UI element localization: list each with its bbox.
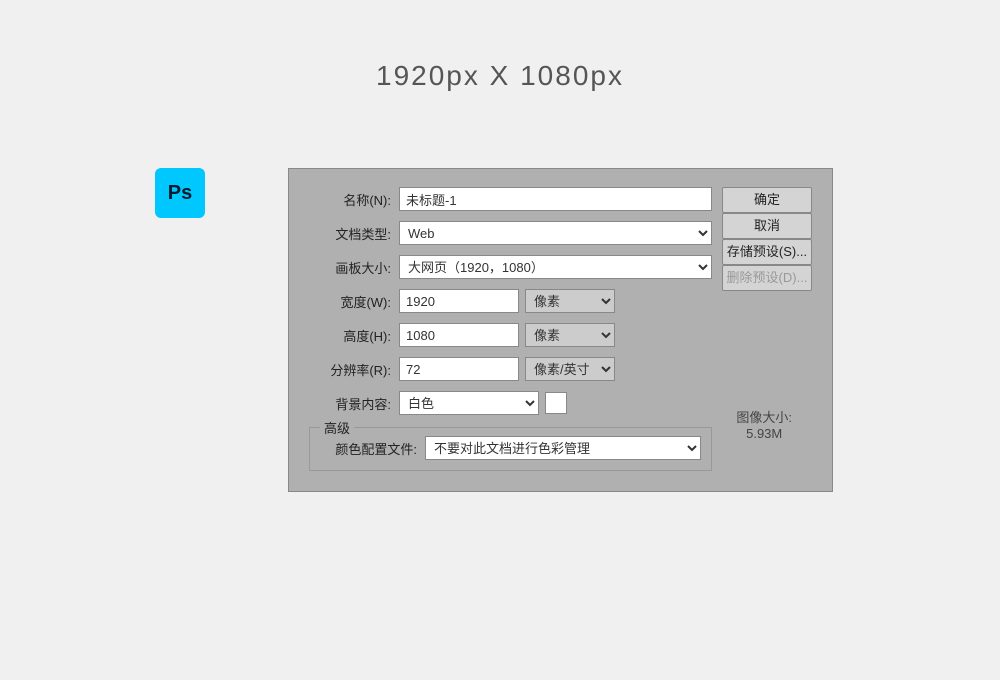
- dialog-form: 名称(N): 文档类型: Web 画板大小: 大网页（1920，1080） 宽度…: [309, 187, 712, 471]
- resolution-label: 分辨率(R):: [309, 360, 399, 379]
- cancel-button[interactable]: 取消: [722, 213, 812, 239]
- save-preset-button[interactable]: 存储预设(S)...: [722, 239, 812, 265]
- doc-type-select[interactable]: Web: [399, 221, 712, 245]
- bg-label: 背景内容:: [309, 394, 399, 413]
- color-profile-label: 颜色配置文件:: [320, 439, 425, 458]
- resolution-row: 分辨率(R): 像素/英寸: [309, 357, 712, 381]
- ps-icon: Ps: [155, 168, 205, 218]
- advanced-legend: 高级: [320, 418, 354, 437]
- dialog-layout: 名称(N): 文档类型: Web 画板大小: 大网页（1920，1080） 宽度…: [309, 187, 812, 471]
- name-input[interactable]: [399, 187, 712, 211]
- bg-select[interactable]: 白色: [399, 391, 539, 415]
- color-profile-select[interactable]: 不要对此文档进行色彩管理: [425, 436, 701, 460]
- dialog-buttons: 确定 取消 存储预设(S)... 删除预设(D)... 图像大小: 5.93M: [712, 187, 812, 471]
- width-label: 宽度(W):: [309, 292, 399, 311]
- image-size-label: 图像大小:: [736, 407, 792, 426]
- canvas-row: 画板大小: 大网页（1920，1080）: [309, 255, 712, 279]
- image-size-info: 图像大小: 5.93M: [736, 407, 792, 441]
- bg-row: 背景内容: 白色: [309, 391, 712, 415]
- color-profile-row: 颜色配置文件: 不要对此文档进行色彩管理: [320, 436, 701, 460]
- delete-preset-button: 删除预设(D)...: [722, 265, 812, 291]
- new-document-dialog: 名称(N): 文档类型: Web 画板大小: 大网页（1920，1080） 宽度…: [288, 168, 833, 492]
- image-size-value: 5.93M: [736, 426, 792, 441]
- name-label: 名称(N):: [309, 190, 399, 209]
- canvas-select[interactable]: 大网页（1920，1080）: [399, 255, 712, 279]
- ps-icon-text: Ps: [168, 182, 192, 205]
- height-input[interactable]: [399, 323, 519, 347]
- height-label: 高度(H):: [309, 326, 399, 345]
- width-row: 宽度(W): 像素: [309, 289, 712, 313]
- canvas-label: 画板大小:: [309, 258, 399, 277]
- name-row: 名称(N):: [309, 187, 712, 211]
- width-unit-select[interactable]: 像素: [525, 289, 615, 313]
- resolution-input[interactable]: [399, 357, 519, 381]
- bg-color-swatch[interactable]: [545, 392, 567, 414]
- resolution-unit-select[interactable]: 像素/英寸: [525, 357, 615, 381]
- ok-button[interactable]: 确定: [722, 187, 812, 213]
- height-unit-select[interactable]: 像素: [525, 323, 615, 347]
- height-row: 高度(H): 像素: [309, 323, 712, 347]
- doc-type-label: 文档类型:: [309, 224, 399, 243]
- advanced-group: 高级 颜色配置文件: 不要对此文档进行色彩管理: [309, 427, 712, 471]
- page-title: 1920px X 1080px: [0, 0, 1000, 92]
- doc-type-row: 文档类型: Web: [309, 221, 712, 245]
- width-input[interactable]: [399, 289, 519, 313]
